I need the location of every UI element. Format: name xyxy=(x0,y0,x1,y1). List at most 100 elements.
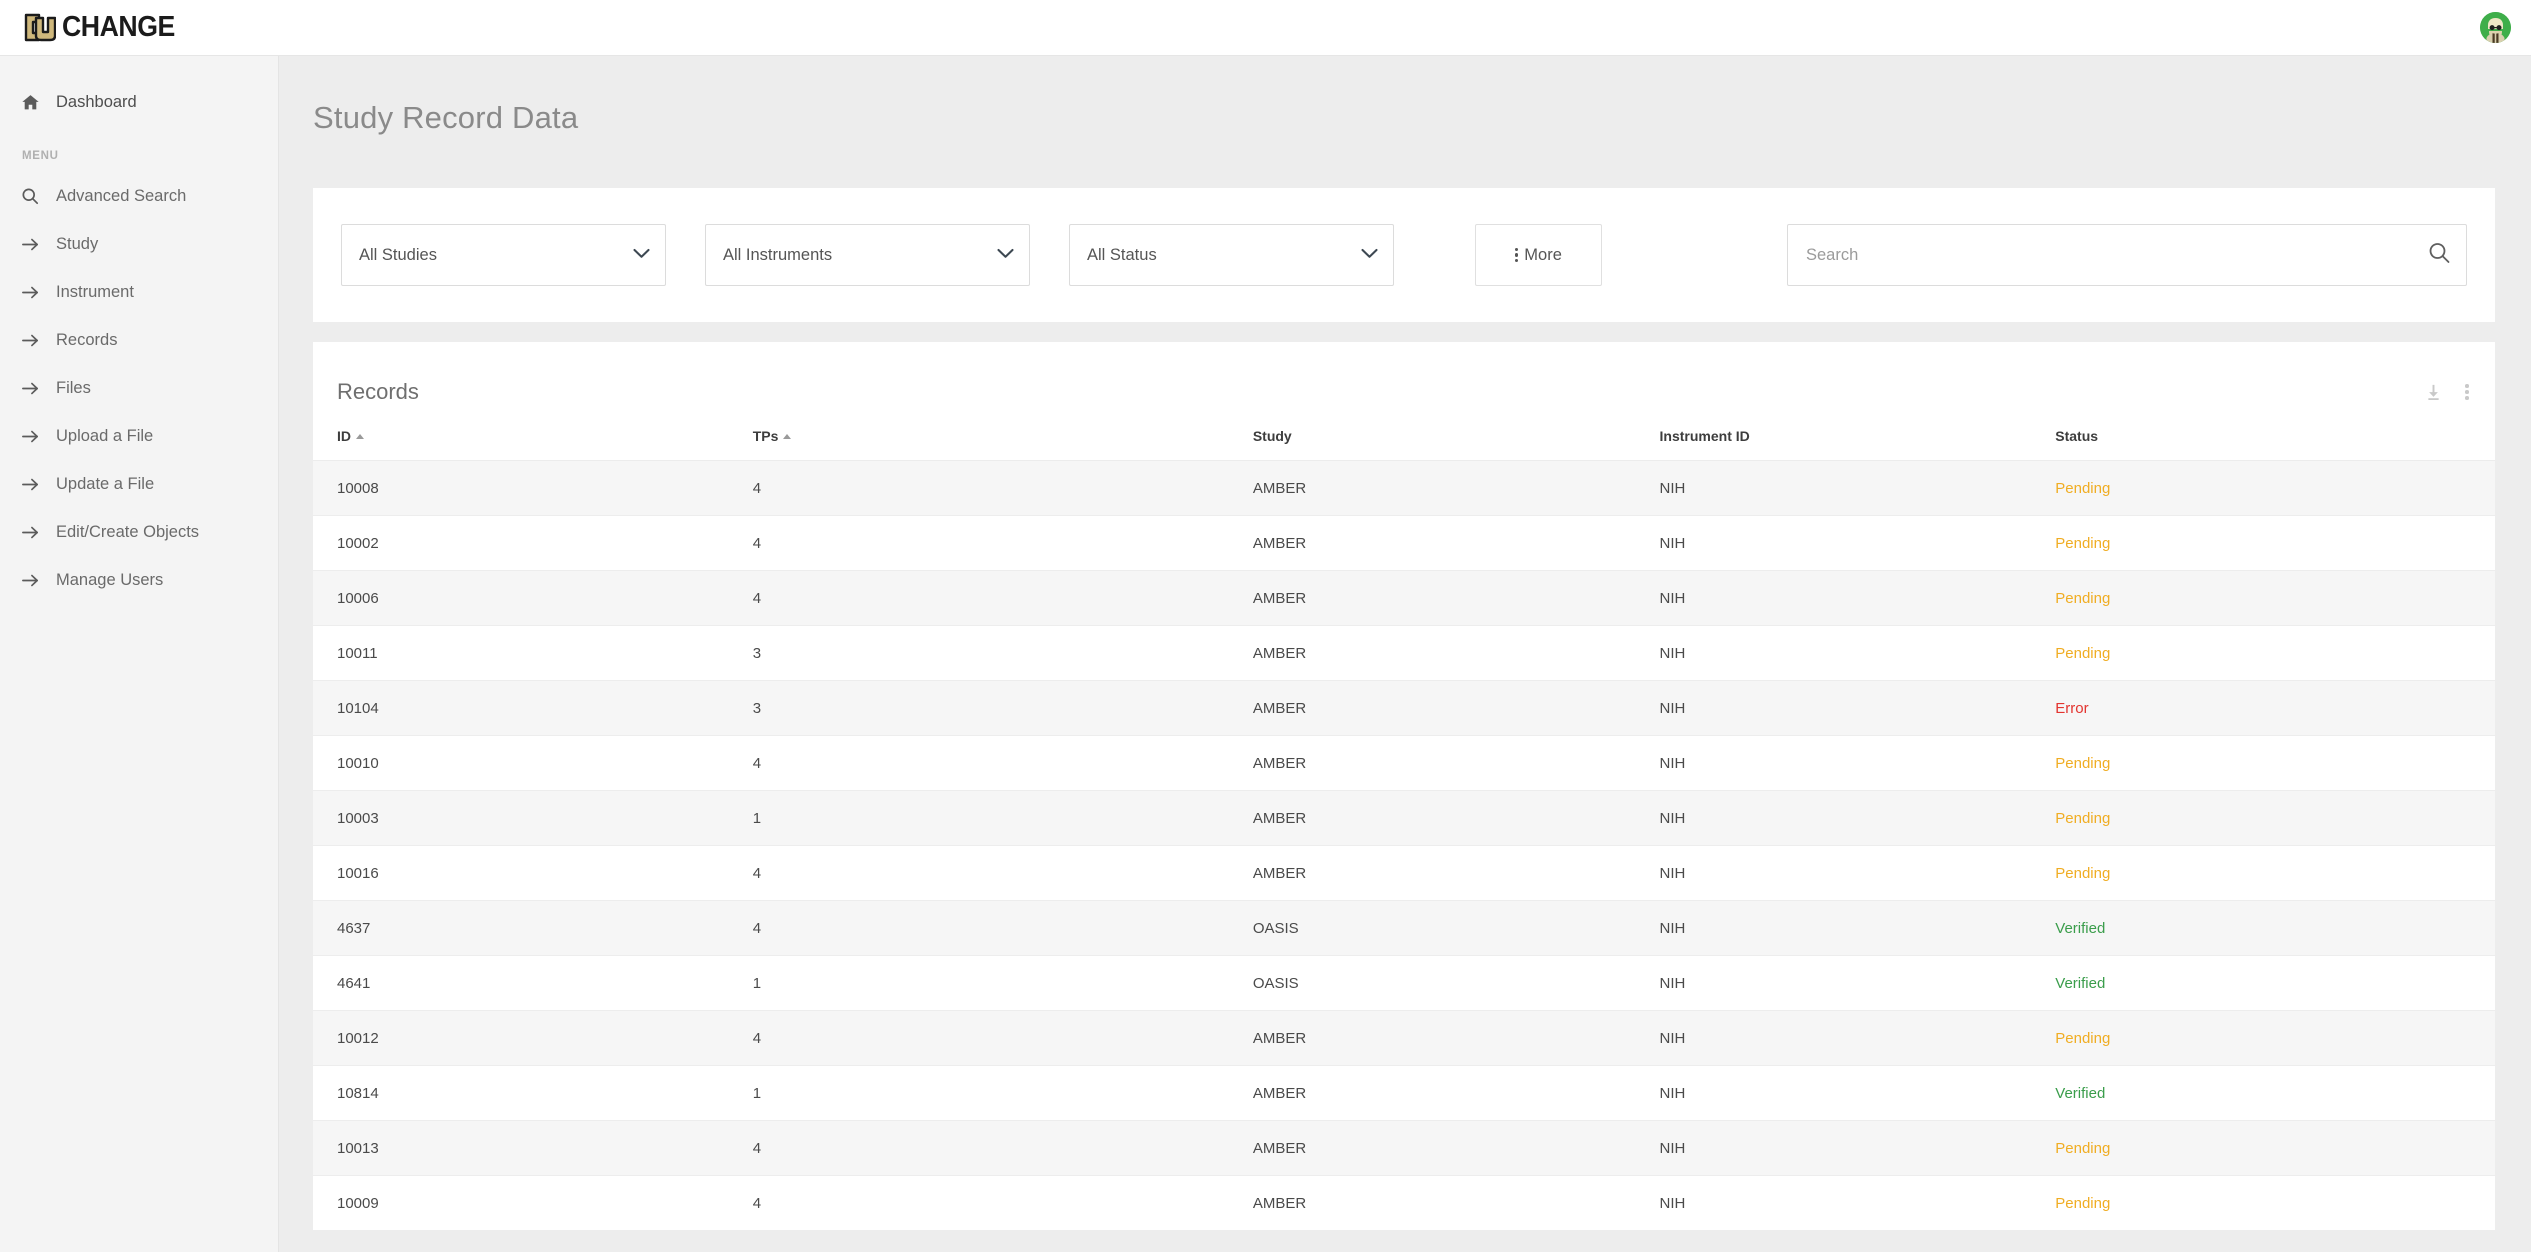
brand-logo-link[interactable]: CHANGE xyxy=(0,0,185,55)
cell-study: AMBER xyxy=(1253,1011,1660,1066)
cell-status: Pending xyxy=(2055,736,2495,791)
cell-id: 10013 xyxy=(313,1121,753,1176)
cell-status: Pending xyxy=(2055,1176,2495,1231)
arrow-right-icon xyxy=(20,378,40,398)
home-icon xyxy=(20,92,40,112)
column-header-instrument-id[interactable]: Instrument ID xyxy=(1660,416,2056,461)
sidebar-item-instrument[interactable]: Instrument xyxy=(0,268,278,316)
records-table: ID TPs Study Instrument ID Status xyxy=(313,416,2495,1231)
cell-tps: 4 xyxy=(753,1176,1253,1231)
cell-id: 10003 xyxy=(313,791,753,846)
status-badge: Pending xyxy=(2055,480,2110,497)
cell-tps: 4 xyxy=(753,736,1253,791)
cell-instrument-id: NIH xyxy=(1660,571,2056,626)
table-row[interactable]: 108141AMBERNIHVerified xyxy=(313,1066,2495,1121)
sidebar-item-label: Files xyxy=(56,380,91,397)
cell-study: AMBER xyxy=(1253,736,1660,791)
sidebar-item-upload-a-file[interactable]: Upload a File xyxy=(0,412,278,460)
sidebar-item-edit-create-objects[interactable]: Edit/Create Objects xyxy=(0,508,278,556)
status-filter-select[interactable]: All Status xyxy=(1069,224,1394,286)
status-badge: Pending xyxy=(2055,1140,2110,1157)
sidebar-item-study[interactable]: Study xyxy=(0,220,278,268)
table-row[interactable]: 100124AMBERNIHPending xyxy=(313,1011,2495,1066)
cell-id: 10008 xyxy=(313,461,753,516)
cell-instrument-id: NIH xyxy=(1660,956,2056,1011)
cell-instrument-id: NIH xyxy=(1660,626,2056,681)
cell-instrument-id: NIH xyxy=(1660,736,2056,791)
filter-bar: All Studies All Instruments All Status xyxy=(313,188,2495,322)
cell-status: Pending xyxy=(2055,846,2495,901)
column-header-id[interactable]: ID xyxy=(313,416,753,461)
sort-ascending-icon xyxy=(356,434,364,439)
instrument-filter-select[interactable]: All Instruments xyxy=(705,224,1030,286)
cell-study: AMBER xyxy=(1253,1066,1660,1121)
table-row[interactable]: 100084AMBERNIHPending xyxy=(313,461,2495,516)
cell-id: 10012 xyxy=(313,1011,753,1066)
cell-tps: 4 xyxy=(753,461,1253,516)
column-header-tps[interactable]: TPs xyxy=(753,416,1253,461)
cell-status: Pending xyxy=(2055,571,2495,626)
cell-instrument-id: NIH xyxy=(1660,516,2056,571)
arrow-right-icon xyxy=(20,282,40,302)
cell-instrument-id: NIH xyxy=(1660,1066,2056,1121)
cell-status: Error xyxy=(2055,681,2495,736)
search-input[interactable] xyxy=(1787,224,2467,286)
sidebar-item-label: Upload a File xyxy=(56,428,153,445)
sidebar-item-advanced-search[interactable]: Advanced Search xyxy=(0,172,278,220)
cell-tps: 4 xyxy=(753,516,1253,571)
table-row[interactable]: 100113AMBERNIHPending xyxy=(313,626,2495,681)
table-row[interactable]: 100094AMBERNIHPending xyxy=(313,1176,2495,1231)
table-row[interactable]: 100164AMBERNIHPending xyxy=(313,846,2495,901)
cell-status: Pending xyxy=(2055,461,2495,516)
cell-instrument-id: NIH xyxy=(1660,901,2056,956)
more-filters-label: More xyxy=(1524,246,1562,265)
dots-vertical-icon xyxy=(1515,248,1518,263)
top-bar: CHANGE xyxy=(0,0,2531,56)
table-row[interactable]: 100104AMBERNIHPending xyxy=(313,736,2495,791)
brand-name: CHANGE xyxy=(62,13,175,42)
cell-study: AMBER xyxy=(1253,681,1660,736)
table-row[interactable]: 101043AMBERNIHError xyxy=(313,681,2495,736)
sidebar-item-update-a-file[interactable]: Update a File xyxy=(0,460,278,508)
table-row[interactable]: 100024AMBERNIHPending xyxy=(313,516,2495,571)
column-header-label: TPs xyxy=(753,428,779,444)
avatar[interactable] xyxy=(2480,12,2511,43)
download-icon[interactable] xyxy=(2424,383,2443,402)
cell-study: AMBER xyxy=(1253,1176,1660,1231)
status-badge: Pending xyxy=(2055,810,2110,827)
more-filters-button[interactable]: More xyxy=(1475,224,1602,286)
cell-status: Pending xyxy=(2055,516,2495,571)
main-content: Study Record Data All Studies All Instru… xyxy=(279,56,2531,1252)
sidebar-item-label: Records xyxy=(56,332,117,349)
cell-tps: 3 xyxy=(753,681,1253,736)
records-table-body: 100084AMBERNIHPending100024AMBERNIHPendi… xyxy=(313,461,2495,1231)
status-badge: Pending xyxy=(2055,1195,2110,1212)
column-header-study[interactable]: Study xyxy=(1253,416,1660,461)
cell-tps: 4 xyxy=(753,901,1253,956)
table-row[interactable]: 100064AMBERNIHPending xyxy=(313,571,2495,626)
sort-ascending-icon xyxy=(783,434,791,439)
sidebar-item-files[interactable]: Files xyxy=(0,364,278,412)
cell-id: 10814 xyxy=(313,1066,753,1121)
cell-status: Pending xyxy=(2055,791,2495,846)
cell-status: Verified xyxy=(2055,901,2495,956)
sidebar-item-dashboard[interactable]: Dashboard xyxy=(0,78,278,126)
cell-tps: 4 xyxy=(753,1121,1253,1176)
table-row[interactable]: 100031AMBERNIHPending xyxy=(313,791,2495,846)
table-row[interactable]: 46411OASISNIHVerified xyxy=(313,956,2495,1011)
cell-id: 4641 xyxy=(313,956,753,1011)
table-row[interactable]: 46374OASISNIHVerified xyxy=(313,901,2495,956)
sidebar-item-records[interactable]: Records xyxy=(0,316,278,364)
table-row[interactable]: 100134AMBERNIHPending xyxy=(313,1121,2495,1176)
cell-tps: 1 xyxy=(753,791,1253,846)
study-filter-select[interactable]: All Studies xyxy=(341,224,666,286)
cell-id: 10016 xyxy=(313,846,753,901)
column-header-status[interactable]: Status xyxy=(2055,416,2495,461)
cell-tps: 4 xyxy=(753,1011,1253,1066)
records-menu-icon[interactable] xyxy=(2465,384,2469,400)
study-filter-wrapper: All Studies xyxy=(341,224,666,286)
top-bar-right xyxy=(2480,12,2531,43)
sidebar-item-manage-users[interactable]: Manage Users xyxy=(0,556,278,604)
search-icon[interactable] xyxy=(2427,241,2451,270)
status-badge: Pending xyxy=(2055,1030,2110,1047)
